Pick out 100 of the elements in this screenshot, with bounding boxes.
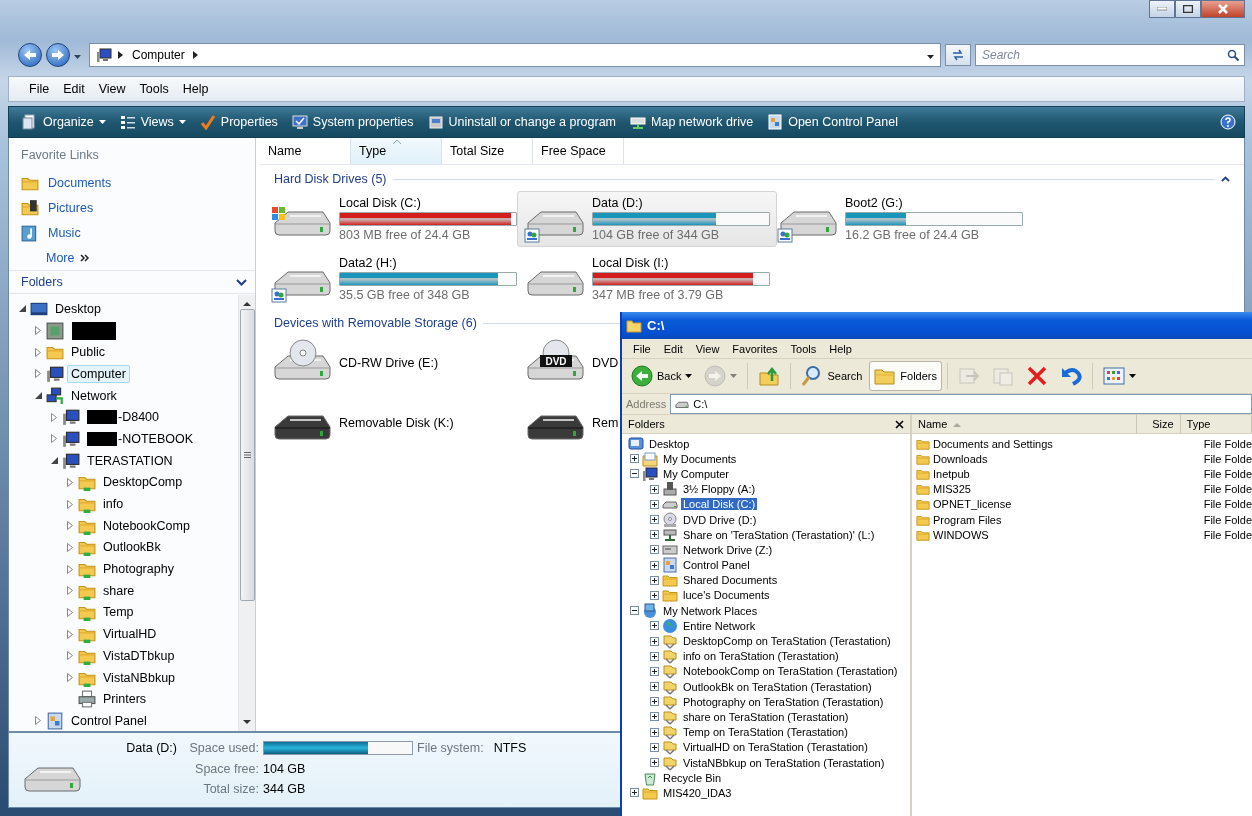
expand-box-icon[interactable] — [650, 742, 659, 752]
tree-item[interactable]: MIS420_IDA3 — [661, 786, 734, 799]
menu-item[interactable]: View — [690, 342, 725, 355]
toolbar-button[interactable]: Views — [114, 110, 191, 134]
menu-item[interactable]: Tools — [133, 80, 175, 98]
tree-item[interactable]: VirtualHD — [99, 625, 161, 644]
folder-name[interactable]: Program Files — [933, 513, 1002, 526]
folder-name[interactable]: Documents and Settings — [933, 437, 1053, 450]
tree-item[interactable]: DVD Drive (D:) — [681, 513, 759, 526]
column-header[interactable]: Type — [351, 138, 442, 164]
tree-item[interactable]: TERASTATION — [83, 451, 177, 470]
collapsed-arrow-icon[interactable] — [67, 564, 73, 574]
chevron-up-icon[interactable] — [1221, 176, 1230, 182]
tree-item[interactable]: Control Panel — [67, 711, 151, 730]
more-link[interactable]: More — [46, 250, 91, 265]
expand-box-icon[interactable] — [650, 621, 659, 631]
toolbar-button[interactable]: Open Control Panel — [762, 110, 903, 134]
tree-item[interactable]: -NOTEBOOK — [117, 429, 197, 448]
tree-item[interactable]: Photography — [99, 560, 178, 579]
expand-box-icon[interactable] — [650, 651, 659, 661]
collapse-box-icon[interactable] — [630, 469, 639, 479]
tree-item[interactable]: info — [99, 495, 128, 514]
toolbar-button[interactable]: Properties — [194, 110, 283, 134]
tree-item[interactable]: Share on 'TeraStation (Terastation)' (L:) — [681, 528, 877, 541]
tree-item[interactable]: Temp on TeraStation (Terastation) — [681, 726, 850, 739]
tree-item[interactable]: Network — [67, 386, 121, 405]
toolbar-button[interactable]: Search — [796, 361, 868, 391]
toolbar-button[interactable]: Folders — [869, 361, 942, 391]
collapsed-arrow-icon[interactable] — [67, 651, 73, 661]
expand-box-icon[interactable] — [650, 560, 659, 570]
tree-item[interactable]: luce's Documents — [681, 589, 772, 602]
drive-item[interactable]: Local Disk (I:) 347 MB free of 3.79 GB — [517, 251, 771, 307]
expand-box-icon[interactable] — [650, 697, 659, 707]
expand-box-icon[interactable] — [650, 727, 659, 737]
expanded-arrow-icon[interactable] — [50, 457, 58, 465]
help-icon[interactable] — [1220, 114, 1236, 130]
expand-box-icon[interactable] — [650, 590, 659, 600]
tree-item[interactable]: Public — [67, 343, 110, 362]
chevron-down-icon[interactable] — [236, 278, 247, 286]
toolbar-button[interactable]: Uninstall or change a program — [422, 110, 622, 134]
tree-item[interactable]: NotebookComp on TeraStation (Terastation) — [681, 665, 900, 678]
drive-item[interactable]: Local Disk (C:) 803 MB free of 24.4 GB — [264, 191, 518, 247]
expand-box-icon[interactable] — [650, 515, 659, 525]
folder-name[interactable]: Downloads — [933, 452, 988, 465]
refresh-button[interactable] — [945, 44, 971, 66]
menu-item[interactable]: Favorites — [727, 342, 783, 355]
tree-item[interactable]: 3½ Floppy (A:) — [681, 483, 758, 496]
folder-name[interactable]: OPNET_license — [933, 498, 1012, 511]
menu-item[interactable]: Tools — [785, 342, 822, 355]
expand-box-icon[interactable] — [650, 758, 659, 768]
drive-item[interactable]: Removable Disk (K:) — [264, 395, 455, 451]
forward-button[interactable] — [46, 43, 70, 67]
toolbar-button[interactable]: Map network drive — [625, 110, 759, 134]
collapsed-arrow-icon[interactable] — [35, 369, 41, 379]
scrollbar[interactable] — [238, 295, 255, 731]
expand-box-icon[interactable] — [650, 682, 659, 692]
expand-box-icon[interactable] — [650, 484, 659, 494]
close-icon[interactable] — [895, 419, 904, 429]
tree-item[interactable]: Network Drive (Z:) — [681, 543, 775, 556]
tree-item[interactable]: Entire Network — [681, 619, 758, 632]
expand-box-icon[interactable] — [650, 545, 659, 555]
tree-item[interactable]: Computer — [67, 364, 130, 383]
toolbar-button[interactable]: Organize — [17, 110, 111, 134]
search-field[interactable]: Search — [975, 44, 1245, 66]
expand-box-icon[interactable] — [650, 499, 659, 509]
column-header[interactable]: Type — [1180, 415, 1252, 433]
drive-item[interactable]: Data2 (H:) 35.5 GB free of 348 GB — [264, 251, 518, 307]
tree-item[interactable]: Temp — [99, 603, 138, 622]
expand-box-icon[interactable] — [630, 788, 639, 798]
collapsed-arrow-icon[interactable] — [67, 586, 73, 596]
drive-item[interactable]: CD-RW Drive (E:) — [264, 335, 440, 391]
tree-item[interactable]: VistaNBbkup — [99, 668, 180, 687]
expand-box-icon[interactable] — [650, 666, 659, 676]
tree-item[interactable]: Control Panel — [681, 559, 752, 572]
tree-item[interactable]: OutlookBk on TeraStation (Terastation) — [681, 680, 874, 693]
tree-item[interactable]: DesktopComp on TeraStation (Terastation) — [681, 635, 893, 648]
tree-item[interactable]: -D8400 — [117, 408, 163, 427]
menu-item[interactable]: View — [92, 80, 132, 98]
toolbar-button[interactable]: Back — [626, 361, 698, 391]
tree-item[interactable]: Desktop — [51, 299, 105, 318]
drive-item[interactable]: Data (D:) 104 GB free of 344 GB — [517, 191, 777, 247]
collapsed-arrow-icon[interactable] — [67, 477, 73, 487]
collapsed-arrow-icon[interactable] — [67, 629, 73, 639]
folder-name[interactable]: WINDOWS — [933, 528, 989, 541]
tree-item[interactable]: share — [99, 581, 139, 600]
collapsed-arrow-icon[interactable] — [67, 521, 73, 531]
tree-item[interactable]: Recycle Bin — [661, 771, 724, 784]
breadcrumb[interactable]: Computer — [130, 48, 187, 62]
folder-name[interactable]: Inetpub — [933, 467, 970, 480]
expanded-arrow-icon[interactable] — [18, 305, 26, 313]
favorite-link[interactable]: Pictures — [48, 200, 94, 215]
expand-box-icon[interactable] — [650, 712, 659, 722]
tree-item[interactable]: DesktopComp — [99, 473, 187, 492]
collapsed-arrow-icon[interactable] — [51, 434, 57, 444]
favorite-link[interactable]: Documents — [48, 175, 112, 190]
tree-item[interactable]: VirtualHD on TeraStation (Terastation) — [681, 741, 870, 754]
collapsed-arrow-icon[interactable] — [67, 499, 73, 509]
scroll-up-arrow-icon[interactable] — [243, 301, 251, 306]
tree-item[interactable]: Shared Documents — [681, 574, 780, 587]
address-field[interactable]: C:\ — [670, 394, 1252, 414]
